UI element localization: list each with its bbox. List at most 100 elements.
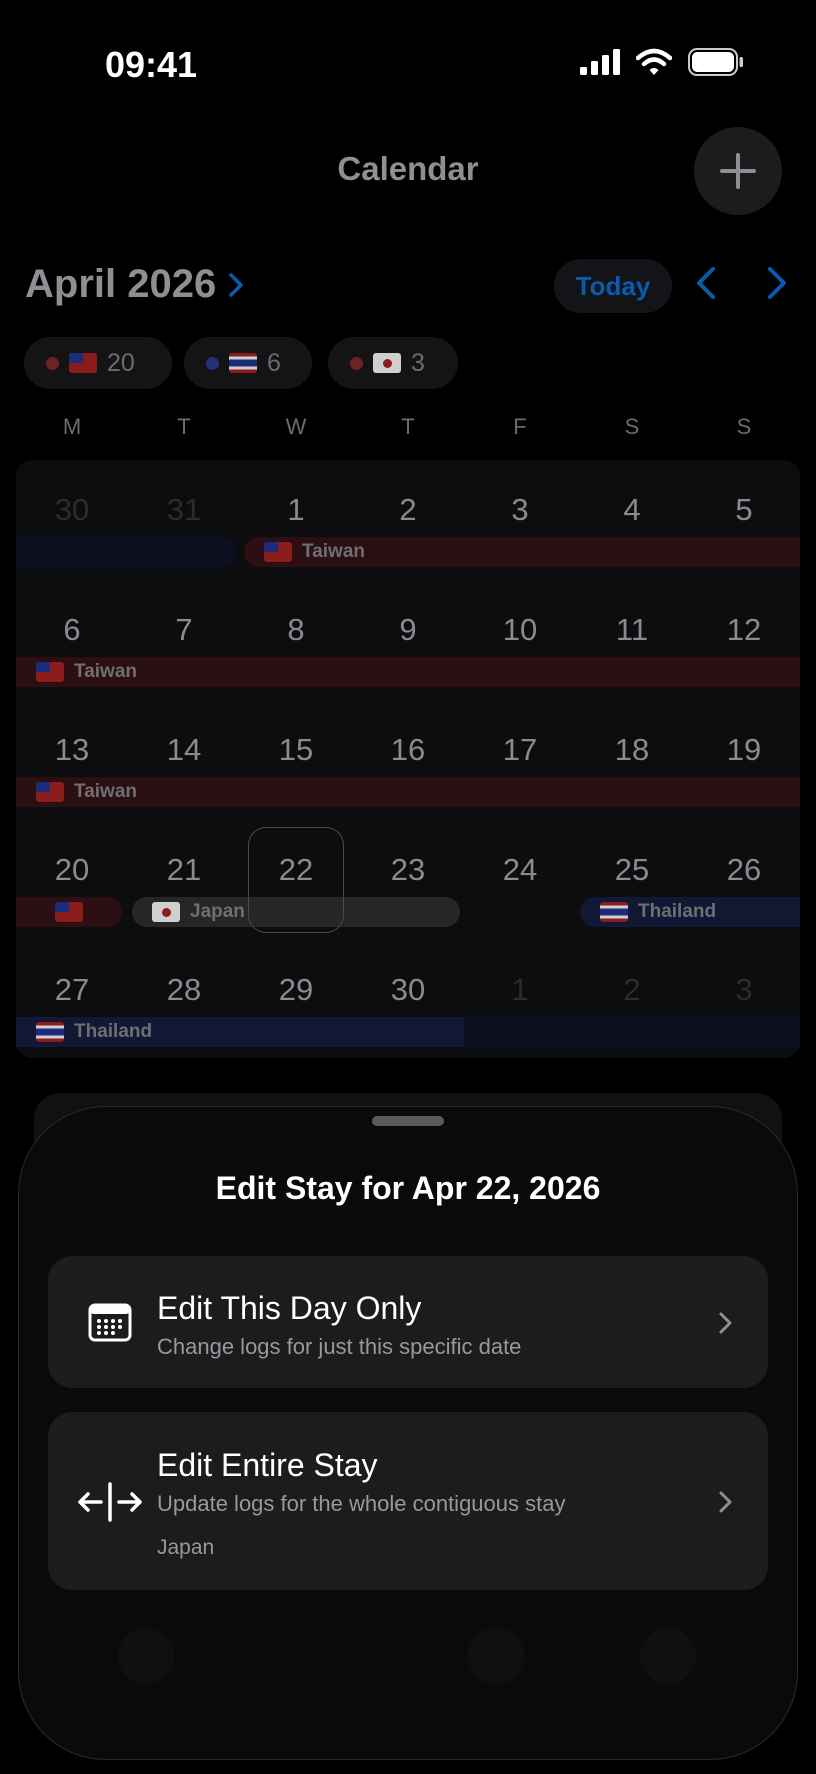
stay-label: Thailand xyxy=(74,1021,153,1042)
calendar-day[interactable]: 2 xyxy=(352,492,464,528)
stay-label: Taiwan xyxy=(302,541,365,562)
calendar-day[interactable]: 17 xyxy=(464,732,576,768)
stay-label: Taiwan xyxy=(74,661,137,682)
chevron-right-icon xyxy=(768,267,786,299)
calendar-day[interactable]: 3 xyxy=(464,492,576,528)
stay-bar-next[interactable] xyxy=(464,1017,800,1047)
calendar-day[interactable]: 3 xyxy=(688,972,800,1008)
calendar-day[interactable]: 25 xyxy=(576,852,688,888)
ghost-tab-icon xyxy=(468,1628,524,1684)
calendar-day[interactable]: 30 xyxy=(352,972,464,1008)
japan-flag-icon xyxy=(152,902,180,922)
calendar-day[interactable]: 21 xyxy=(128,852,240,888)
chip-count: 20 xyxy=(107,348,135,377)
calendar-day[interactable]: 15 xyxy=(240,732,352,768)
calendar-day[interactable]: 8 xyxy=(240,612,352,648)
month-label: April 2026 xyxy=(25,262,217,306)
calendar-day[interactable]: 31 xyxy=(128,492,240,528)
calendar-day[interactable]: 1 xyxy=(240,492,352,528)
stay-label: Taiwan xyxy=(74,781,137,802)
plus-icon xyxy=(720,153,756,189)
calendar-day[interactable]: 4 xyxy=(576,492,688,528)
stay-bar-thailand[interactable]: Thailand xyxy=(16,1017,464,1047)
status-time: 09:41 xyxy=(105,44,198,85)
calendar-day[interactable]: 28 xyxy=(128,972,240,1008)
calendar-day[interactable]: 26 xyxy=(688,852,800,888)
battery-icon xyxy=(688,48,743,76)
country-chip-thailand[interactable]: 6 xyxy=(184,337,312,389)
split-arrows-icon xyxy=(78,1482,142,1522)
taiwan-flag-icon xyxy=(69,353,97,373)
chevron-right-icon xyxy=(229,272,243,297)
stay-bar-taiwan[interactable]: Taiwan xyxy=(16,657,800,687)
calendar-day[interactable]: 14 xyxy=(128,732,240,768)
next-month-button[interactable] xyxy=(765,266,789,305)
japan-flag-icon xyxy=(373,353,401,373)
calendar-day[interactable]: 20 xyxy=(16,852,128,888)
calendar-day[interactable]: 24 xyxy=(464,852,576,888)
color-dot xyxy=(350,356,363,370)
thailand-flag-icon xyxy=(600,902,628,922)
thailand-flag-icon xyxy=(36,1022,64,1042)
calendar-day[interactable]: 10 xyxy=(464,612,576,648)
calendar-day[interactable]: 13 xyxy=(16,732,128,768)
country-chip-taiwan[interactable]: 20 xyxy=(24,337,172,389)
color-dot xyxy=(46,356,59,370)
stay-bar-thailand[interactable]: Thailand xyxy=(580,897,800,927)
calendar-day[interactable]: 16 xyxy=(352,732,464,768)
chip-count: 3 xyxy=(411,348,425,377)
calendar-day[interactable]: 30 xyxy=(16,492,128,528)
calendar-day[interactable]: 29 xyxy=(240,972,352,1008)
taiwan-flag-icon xyxy=(55,902,83,922)
sheet-title: Edit Stay for Apr 22, 2026 xyxy=(215,1170,601,1206)
selected-day-highlight xyxy=(248,827,344,933)
option-subtitle: Change logs for just this specific date xyxy=(157,1334,522,1359)
wifi-icon xyxy=(636,48,672,75)
month-picker[interactable]: April 2026 xyxy=(25,262,244,307)
calendar-day[interactable]: 23 xyxy=(352,852,464,888)
calendar-day[interactable]: 19 xyxy=(688,732,800,768)
weekday-header: T xyxy=(177,414,191,439)
chevron-left-icon xyxy=(697,267,715,299)
calendar-day[interactable]: 2 xyxy=(576,972,688,1008)
taiwan-flag-icon xyxy=(36,782,64,802)
calendar-day[interactable]: 27 xyxy=(16,972,128,1008)
stay-bar-taiwan[interactable]: Taiwan xyxy=(244,537,800,567)
weekday-header: F xyxy=(513,414,527,439)
stay-label: Japan xyxy=(190,901,245,922)
calendar-grid-icon xyxy=(88,1303,132,1342)
stay-country-label: Japan xyxy=(157,1536,215,1559)
stay-bar-taiwan[interactable]: Taiwan xyxy=(16,777,800,807)
status-icons xyxy=(580,48,744,76)
country-chip-japan[interactable]: 3 xyxy=(328,337,458,389)
ghost-tab-icon xyxy=(118,1628,174,1684)
add-button[interactable] xyxy=(694,127,782,215)
stay-label: Thailand xyxy=(638,901,717,922)
today-button[interactable]: Today xyxy=(554,259,672,313)
calendar-day[interactable]: 5 xyxy=(688,492,800,528)
sheet-grabber[interactable] xyxy=(372,1116,444,1126)
chip-count: 6 xyxy=(267,348,281,377)
calendar-day[interactable]: 7 xyxy=(128,612,240,648)
option-subtitle: Update logs for the whole contiguous sta… xyxy=(157,1491,566,1516)
stay-bar-previous[interactable] xyxy=(16,537,236,567)
weekday-header: S xyxy=(624,414,640,439)
cellular-signal-icon xyxy=(580,49,620,75)
calendar-day[interactable]: 1 xyxy=(464,972,576,1008)
option-title: Edit Entire Stay xyxy=(157,1447,378,1483)
chevron-right-icon xyxy=(719,1312,732,1334)
calendar-day[interactable]: 12 xyxy=(688,612,800,648)
taiwan-flag-icon xyxy=(264,542,292,562)
previous-month-button[interactable] xyxy=(694,266,718,305)
calendar-day[interactable]: 18 xyxy=(576,732,688,768)
weekday-header: M xyxy=(62,414,82,439)
calendar-day[interactable]: 11 xyxy=(576,612,688,648)
weekday-header: T xyxy=(401,414,415,439)
option-title: Edit This Day Only xyxy=(157,1290,422,1326)
weekday-header: W xyxy=(285,414,307,439)
calendar-day[interactable]: 6 xyxy=(16,612,128,648)
stay-bar-taiwan[interactable] xyxy=(16,897,122,927)
taiwan-flag-icon xyxy=(36,662,64,682)
calendar-day[interactable]: 9 xyxy=(352,612,464,648)
ghost-tab-icon xyxy=(640,1628,696,1684)
